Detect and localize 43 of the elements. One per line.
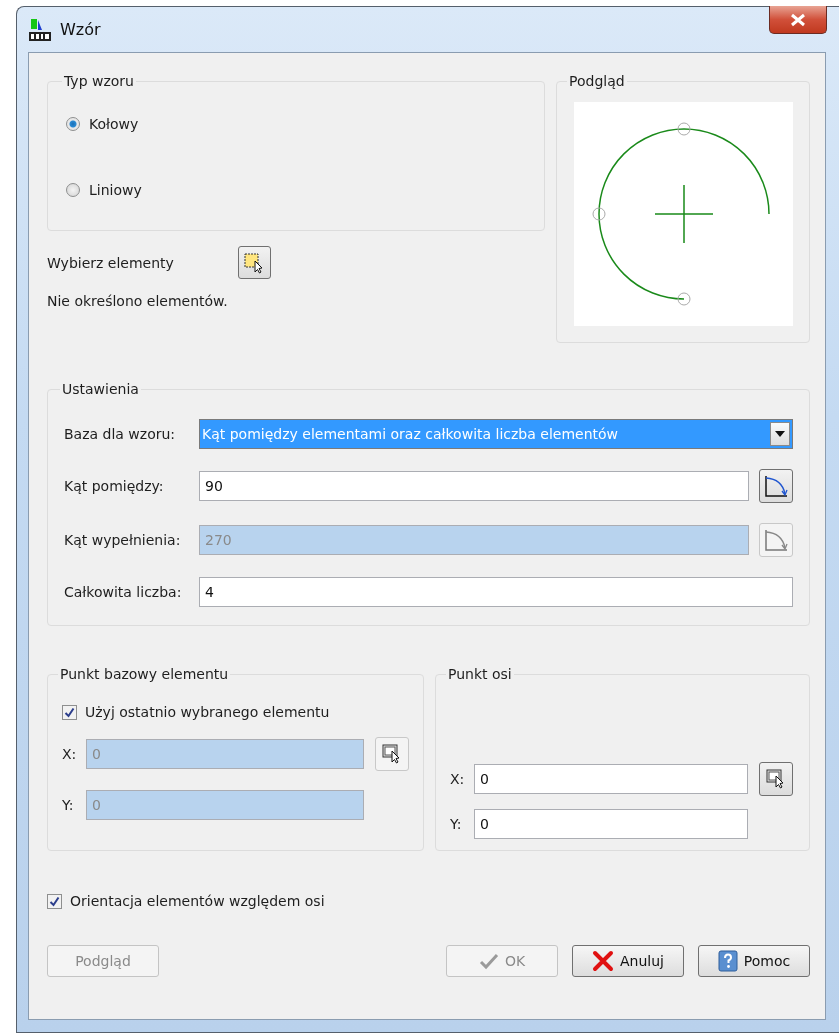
group-title: Typ wzoru (63, 73, 135, 89)
text-field[interactable]: 90 (199, 471, 749, 501)
text-field[interactable]: 4 (199, 577, 793, 607)
angle-icon (763, 527, 789, 553)
field-label: Wybierz elementy (47, 254, 174, 271)
checkbox-label: Użyj ostatnio wybranego elementu (85, 704, 330, 720)
pick-point-button[interactable] (375, 737, 409, 771)
group-box: Punkt bazowy elementu Użyj ostatnio wybranego elementu X: 0 Y: 0 (47, 666, 424, 851)
checkmark-icon (49, 895, 60, 907)
angle-icon (763, 473, 789, 499)
radio-button[interactable] (66, 183, 80, 197)
close-icon (790, 12, 806, 27)
field-label: Kąt wypełnienia: (64, 532, 182, 548)
coordinate-field[interactable]: 0 (474, 809, 748, 839)
field-label: Kąt pomiędzy: (64, 478, 165, 494)
checkbox[interactable] (47, 893, 62, 909)
window-title: Wzór (60, 20, 101, 39)
select-objects-button[interactable] (237, 246, 271, 279)
group-box: Punkt osi X: 0 Y: 0 (435, 666, 810, 851)
checkbox-label: Orientacja elementów względem osi (70, 893, 325, 909)
radio-label: Liniowy (89, 182, 142, 198)
close-icon (592, 950, 614, 972)
cancel-button[interactable]: Anuluj (572, 945, 684, 977)
group-title: Ustawienia (61, 381, 140, 397)
field-label: Całkowita liczba: (64, 584, 183, 600)
help-button[interactable]: Pomoc (698, 945, 810, 977)
pick-point-button[interactable] (759, 762, 793, 796)
dropdown-arrow-icon (775, 431, 785, 437)
radio-button[interactable] (66, 117, 80, 131)
checkmark-icon (478, 952, 499, 970)
status-text: Nie określono elementów. (47, 293, 229, 309)
help-icon (717, 950, 738, 972)
group-title: Punkt osi (447, 666, 513, 682)
coordinate-field[interactable]: 0 (474, 764, 748, 794)
group-title: Punkt bazowy elementu (59, 666, 230, 682)
angle-button[interactable] (759, 469, 793, 503)
close-button[interactable] (769, 6, 827, 34)
field-label: Baza dla wzoru: (64, 426, 177, 442)
radio-label: Kołowy (89, 116, 139, 132)
app-logo-icon (28, 17, 52, 42)
group-title: Podgląd (568, 73, 626, 89)
checkmark-icon (64, 706, 75, 718)
checkbox[interactable] (62, 704, 77, 720)
